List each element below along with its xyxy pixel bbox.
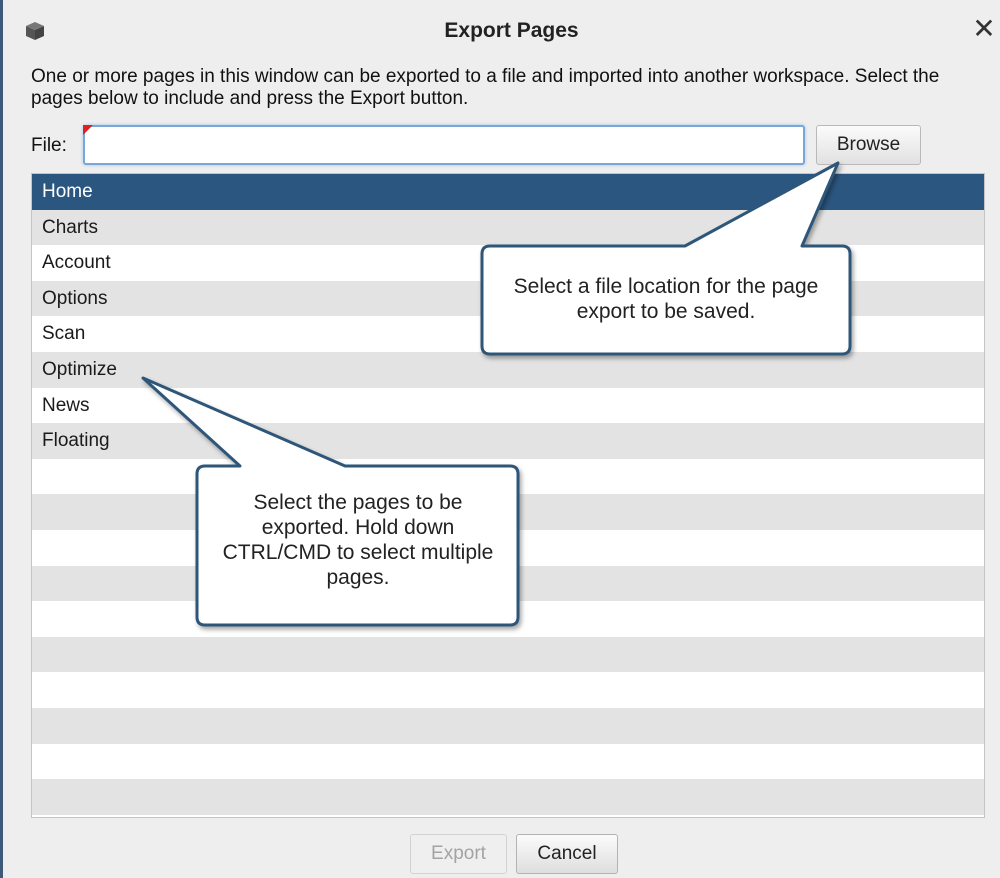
dialog-description: One or more pages in this window can be …: [31, 66, 940, 109]
list-item-empty: [32, 779, 984, 815]
list-item-empty: [32, 565, 984, 602]
cancel-button[interactable]: Cancel: [516, 834, 618, 874]
export-button[interactable]: Export: [410, 834, 507, 874]
file-path-input[interactable]: [83, 125, 805, 165]
export-pages-dialog: Export Pages ✕ One or more pages in this…: [0, 0, 1000, 878]
list-item-empty: [32, 707, 984, 744]
list-item-empty: [32, 459, 984, 495]
title-bar: Export Pages ✕: [3, 0, 1000, 62]
list-item-empty: [32, 672, 984, 708]
file-label: File:: [31, 135, 67, 156]
close-icon[interactable]: ✕: [969, 14, 999, 44]
button-bar: Export Cancel: [3, 822, 1000, 878]
browse-button[interactable]: Browse: [816, 125, 921, 165]
list-item-floating[interactable]: Floating: [32, 423, 984, 459]
dialog-title: Export Pages: [444, 19, 579, 42]
list-item-news[interactable]: News: [32, 388, 984, 424]
list-item-home[interactable]: Home: [32, 174, 984, 210]
list-item-charts[interactable]: Charts: [32, 209, 984, 246]
list-item-empty: [32, 601, 984, 637]
list-item-empty: [32, 744, 984, 780]
list-item-empty: [32, 530, 984, 566]
pages-callout-text: Select the pages to be exported. Hold do…: [222, 491, 494, 589]
required-field-marker: [83, 125, 93, 135]
list-item-empty: [32, 494, 984, 530]
file-callout-text: Select a file location for the page expo…: [513, 275, 819, 323]
list-item-empty: [32, 636, 984, 673]
list-item-optimize[interactable]: Optimize: [32, 351, 984, 388]
pages-list[interactable]: Home Charts Account Options Scan Optimize News…: [31, 173, 985, 818]
